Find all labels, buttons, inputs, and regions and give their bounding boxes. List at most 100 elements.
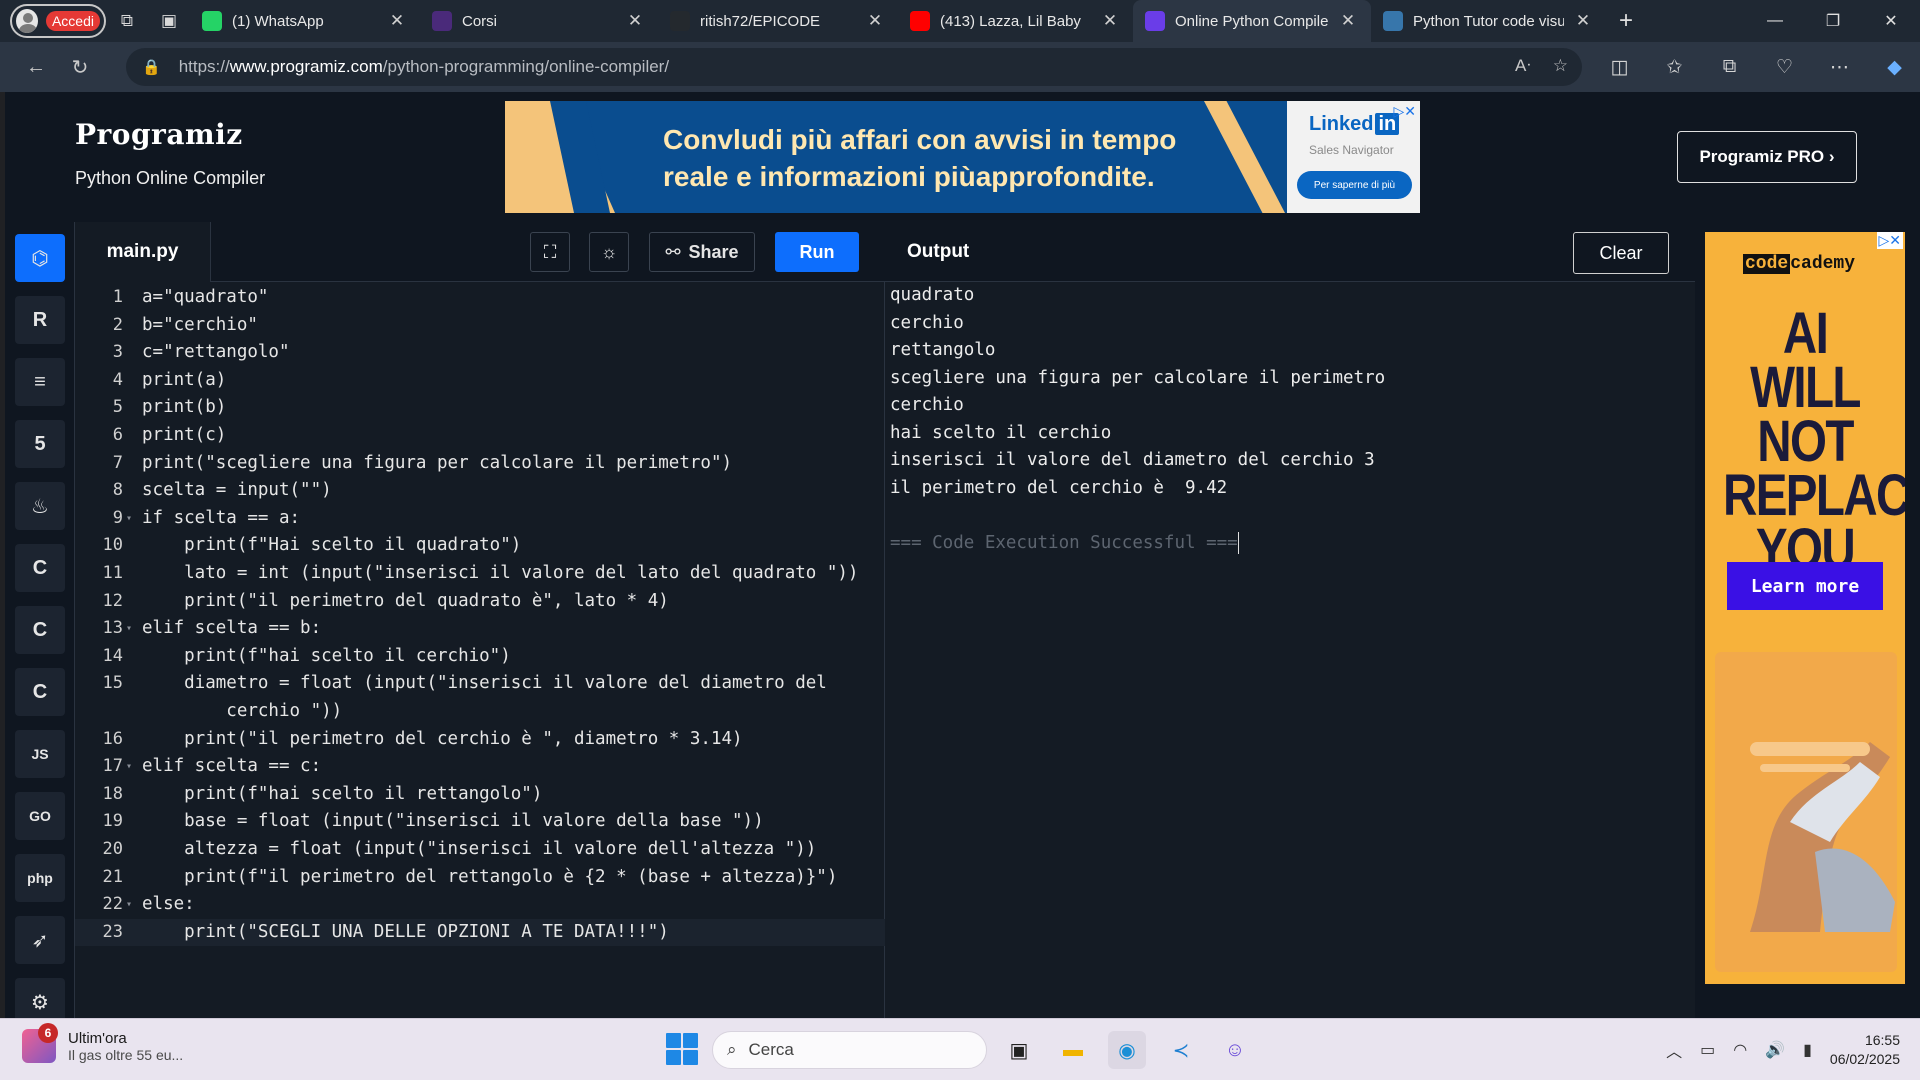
code-text: print("scegliere una figura per calcolar… [142,452,733,473]
close-window-icon[interactable]: ✕ [1862,0,1920,42]
rail-php-icon[interactable]: php [15,854,65,902]
side-ad[interactable]: ▷✕ codecademy AI WILL NOT REPLACE YOU Le… [1705,232,1905,984]
theme-toggle-icon[interactable]: ☼ [589,232,629,272]
vscode-icon[interactable]: ≺ [1162,1031,1200,1069]
code-text: elif scelta == c: [142,756,322,777]
run-button[interactable]: Run [775,232,859,272]
read-aloud-icon[interactable]: Aᐧ [1515,56,1531,76]
task-view-icon[interactable]: ▣ [1000,1031,1038,1069]
code-text: scelta = input("") [142,480,332,501]
share-button[interactable]: ⚯ Share [649,232,755,272]
ad-cta-button[interactable]: Per saperne di più [1297,171,1412,199]
tab-close-icon[interactable]: ✕ [1337,11,1359,31]
clock-date: 06/02/2025 [1829,1051,1900,1067]
browser-tab[interactable]: Online Python Compiler ✕ [1133,0,1371,42]
tab-close-icon[interactable]: ✕ [624,11,646,31]
browser-essentials-icon[interactable]: ♡ [1757,56,1812,79]
code-line: 15 diametro = float (input("inserisci il… [75,670,885,697]
rail-c-icon[interactable]: C [15,544,65,592]
browser-tab[interactable]: (413) Lazza, Lil Baby ✕ [898,0,1133,42]
code-text: lato = int (input("inserisci il valore d… [142,563,859,583]
output-line: scegliere una figura per calcolare il pe… [890,367,1386,388]
tab-close-icon[interactable]: ✕ [864,11,886,31]
taskbar-search[interactable]: ⌕ Cerca [712,1031,987,1069]
programiz-pro-button[interactable]: Programiz PRO › [1677,131,1857,183]
browser-tab[interactable]: Python Tutor code visua ✕ [1371,0,1606,42]
collections-icon[interactable]: ⧉ [1702,56,1757,78]
volume-icon[interactable]: 🔊 [1765,1040,1785,1060]
address-bar[interactable]: 🔒 https://www.programiz.com/python-progr… [126,48,1582,86]
output-console[interactable]: quadrato cerchio rettangolo scegliere una f… [890,282,1690,557]
browser-tab[interactable]: Corsi ✕ [420,0,658,42]
code-line: 18 print(f"hai scelto il rettangolo") [75,781,885,808]
code-text: base = float (input("inserisci il valore… [142,811,764,832]
line-number: 4 [112,369,123,390]
github-icon [670,11,690,31]
code-line: 2 b="cerchio" [75,312,885,339]
rail-r-icon[interactable]: R [15,296,65,344]
fold-icon[interactable]: ▾ [126,505,132,532]
workspaces-icon[interactable]: ⧉ [106,0,148,42]
discord-icon[interactable]: ☺ [1216,1031,1254,1069]
fold-icon[interactable]: ▾ [126,753,132,780]
tray-chevron-icon[interactable]: ︿ [1666,1038,1682,1062]
programiz-logo[interactable]: Programiz [75,118,243,151]
rail-swift-icon[interactable]: ➶ [15,916,65,964]
news-widget[interactable]: 6 Ultim'ora Il gas oltre 55 eu... [22,1023,183,1063]
file-tab-main[interactable]: main.py [75,222,211,282]
rail-java-icon[interactable]: ♨ [15,482,65,530]
editor-toolbar: main.py ⛶ ☼ ⚯ Share Run [75,222,885,282]
code-text: print("SCEGLI UNA DELLE OPZIONI A TE DAT… [142,921,669,942]
rail-python-icon[interactable]: ⌬ [15,234,65,282]
split-screen-icon[interactable]: ◫ [1592,56,1647,79]
tab-close-icon[interactable]: ✕ [386,11,408,31]
line-number: 1 [112,287,123,307]
rail-js-icon[interactable]: JS [15,730,65,778]
line-number: 2 [112,314,123,335]
rail-csharp-icon[interactable]: C [15,668,65,716]
back-icon[interactable]: ← [14,47,58,87]
minimize-icon[interactable]: — [1746,0,1804,42]
line-number: 16 [102,728,123,749]
profile-button[interactable]: Accedi [10,4,106,38]
browser-tab[interactable]: (1) WhatsApp ✕ [190,0,420,42]
copilot-icon[interactable]: ◆ [1867,56,1920,79]
learn-more-button[interactable]: Learn more [1727,562,1883,610]
favorite-star-icon[interactable]: ☆ [1553,56,1568,76]
tab-close-icon[interactable]: ✕ [1572,11,1594,31]
tab-actions-icon[interactable]: ▣ [148,0,190,42]
rail-go-icon[interactable]: GO [15,792,65,840]
fullscreen-icon[interactable]: ⛶ [530,232,570,272]
edge-icon[interactable]: ◉ [1108,1031,1146,1069]
new-tab-button[interactable]: + [1606,7,1646,35]
file-explorer-icon[interactable]: ▬ [1054,1031,1092,1069]
rail-sql-icon[interactable]: ≡ [15,358,65,406]
ad-close-icon[interactable]: ▷✕ [1394,103,1417,120]
clear-button[interactable]: Clear [1573,232,1669,274]
browser-tab[interactable]: ritish72/EPICODE ✕ [658,0,898,42]
share-label: Share [688,241,739,262]
fold-icon[interactable]: ▾ [126,615,132,642]
fold-icon[interactable]: ▾ [126,891,132,918]
maximize-icon[interactable]: ❐ [1804,0,1862,42]
output-title: Output [907,241,970,262]
code-editor[interactable]: 1 a="quadrato" 2 b="cerchio" 3 c="rettangolo"… [75,282,885,1018]
rail-html-icon[interactable]: 5 [15,420,65,468]
rail-cpp-icon[interactable]: C [15,606,65,654]
more-menu-icon[interactable]: ⋯ [1812,56,1867,79]
wifi-icon[interactable]: ◠ [1733,1040,1747,1060]
side-ad-close-icon[interactable]: ▷✕ [1876,232,1903,249]
output-line: quadrato [890,285,975,305]
line-number: 9 [112,507,123,528]
code-text: print(f"Hai scelto il quadrato") [142,535,522,556]
tray-app-icon[interactable]: ▭ [1700,1040,1715,1060]
start-icon[interactable] [666,1033,698,1065]
clock[interactable]: 16:55 06/02/2025 [1830,1031,1900,1069]
banner-ad[interactable]: Convludi più affari con avvisi in tempo … [505,101,1420,213]
battery-icon[interactable]: ▮ [1803,1040,1812,1060]
favorites-icon[interactable]: ✩ [1647,56,1702,79]
code-line: 19 base = float (input("inserisci il val… [75,808,885,835]
refresh-icon[interactable]: ↻ [58,47,102,87]
tab-close-icon[interactable]: ✕ [1099,11,1121,31]
